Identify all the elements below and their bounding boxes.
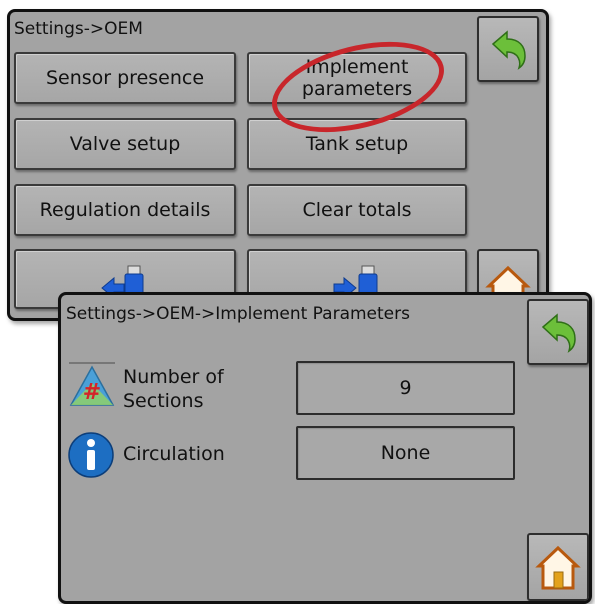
breadcrumb: Settings->OEM->Implement Parameters: [66, 304, 410, 324]
breadcrumb: Settings->OEM: [14, 19, 143, 39]
back-button[interactable]: [477, 16, 539, 82]
number-of-sections-field[interactable]: 9: [296, 361, 515, 415]
tank-setup-button[interactable]: Tank setup: [247, 118, 467, 170]
back-arrow-icon: [491, 30, 526, 70]
implement-parameters-label-line2: parameters: [301, 78, 413, 100]
circulation-label: Circulation: [123, 443, 225, 465]
back-button[interactable]: [527, 299, 589, 365]
home-button[interactable]: [527, 533, 589, 601]
number-of-sections-label-line1: Number of: [123, 366, 224, 388]
clear-totals-button[interactable]: Clear totals: [247, 184, 467, 236]
sensor-presence-button[interactable]: Sensor presence: [14, 52, 236, 104]
oem-settings-panel: Settings->OEM Sensor presence Implement …: [7, 9, 549, 321]
home-icon: [535, 545, 581, 590]
back-arrow-icon: [541, 313, 576, 353]
implement-parameters-button[interactable]: Implement parameters: [247, 52, 467, 104]
svg-text:#: #: [83, 380, 101, 405]
implement-parameters-label-line1: Implement: [305, 56, 409, 78]
sections-hash-icon: #: [69, 362, 115, 406]
valve-setup-button[interactable]: Valve setup: [14, 118, 236, 170]
info-icon: [68, 432, 114, 478]
number-of-sections-label-line2: Sections: [123, 390, 204, 412]
circulation-field[interactable]: None: [296, 426, 515, 480]
regulation-details-button[interactable]: Regulation details: [14, 184, 236, 236]
implement-parameters-panel: Settings->OEM->Implement Parameters # Nu…: [58, 292, 592, 604]
number-of-sections-label: Number of Sections: [123, 365, 224, 413]
